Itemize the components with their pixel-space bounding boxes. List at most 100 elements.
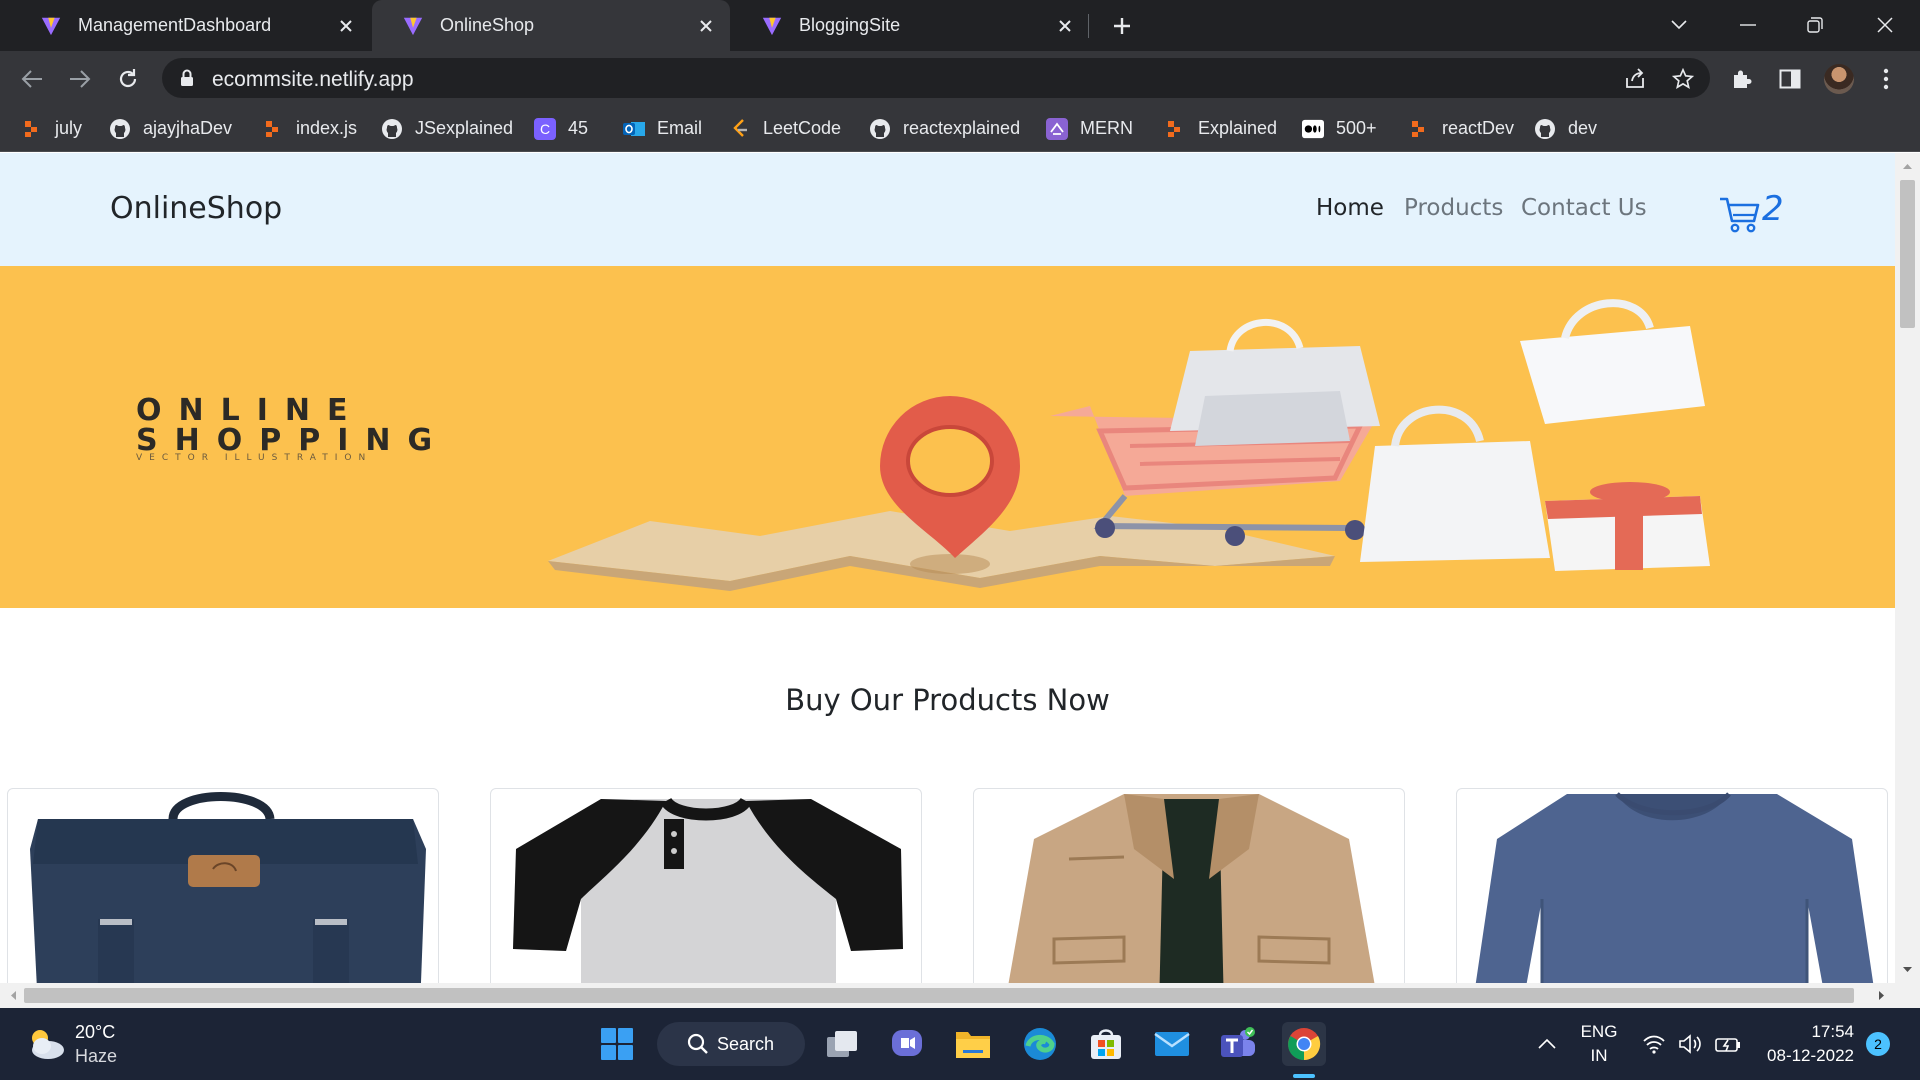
puzzle-icon: [1734, 70, 1752, 88]
share-button[interactable]: [1622, 66, 1648, 92]
chrome-button[interactable]: [1282, 1022, 1326, 1066]
tab-search-button[interactable]: [1662, 8, 1696, 42]
scroll-left-arrow-icon[interactable]: [6, 983, 20, 1008]
close-window-button[interactable]: [1868, 8, 1902, 42]
bookmark-dev[interactable]: dev: [1534, 105, 1597, 152]
store-icon: [1091, 1029, 1121, 1059]
product-card[interactable]: [1456, 788, 1888, 983]
teams-button[interactable]: [1216, 1022, 1260, 1066]
tab-separator: [1088, 14, 1089, 38]
profile-avatar[interactable]: [1824, 64, 1854, 94]
side-panel-button[interactable]: [1775, 64, 1805, 94]
product-card[interactable]: [7, 788, 439, 983]
cart-count[interactable]: 2: [1762, 189, 1784, 229]
product-image-backpack: [30, 792, 426, 983]
bookmark-500[interactable]: 500+: [1302, 105, 1377, 152]
vertical-scrollbar[interactable]: [1895, 153, 1920, 983]
reload-button[interactable]: [113, 64, 143, 94]
chevron-up-icon[interactable]: [1538, 1038, 1556, 1050]
browser-menu-button[interactable]: [1871, 64, 1901, 94]
teams-chat-button[interactable]: [885, 1022, 929, 1066]
close-tab-icon[interactable]: [692, 12, 720, 40]
bookmark-explained[interactable]: Explained: [1164, 105, 1277, 152]
language-indicator[interactable]: ENG: [1578, 1022, 1620, 1042]
bookmark-index-js[interactable]: index.js: [262, 105, 357, 152]
product-card[interactable]: [490, 788, 922, 983]
mail-button[interactable]: [1150, 1022, 1194, 1066]
restore-button[interactable]: [1798, 8, 1832, 42]
dev-icon: [262, 118, 284, 140]
back-button[interactable]: [17, 64, 47, 94]
start-button[interactable]: [595, 1022, 639, 1066]
battery-icon[interactable]: [1714, 1034, 1742, 1054]
product-image-jacket: [1008, 794, 1375, 983]
close-tab-icon[interactable]: [1051, 12, 1079, 40]
browser-tab-bar: ManagementDashboard OnlineShop BloggingS…: [0, 0, 1920, 51]
microsoft-store-button[interactable]: [1084, 1022, 1128, 1066]
active-app-indicator: [1293, 1074, 1315, 1078]
close-tab-icon[interactable]: [332, 12, 360, 40]
forward-button[interactable]: [65, 64, 95, 94]
new-tab-button[interactable]: [1108, 12, 1136, 40]
scroll-right-arrow-icon[interactable]: [1875, 983, 1889, 1008]
address-bar[interactable]: ecommsite.netlify.app: [162, 58, 1710, 98]
arrow-left-icon: [21, 70, 42, 88]
bookmark-star-button[interactable]: [1670, 66, 1696, 92]
site-brand[interactable]: OnlineShop: [110, 191, 282, 226]
wifi-icon[interactable]: [1642, 1034, 1666, 1054]
bookmark-leetcode[interactable]: LeetCode: [729, 105, 841, 152]
bookmark-label: july: [55, 118, 83, 138]
bookmark-ajayjhadev[interactable]: ajayjhaDev: [109, 105, 232, 152]
scroll-up-arrow-icon[interactable]: [1895, 159, 1920, 173]
search-icon: [687, 1033, 708, 1054]
nav-link-home[interactable]: Home: [1316, 195, 1384, 221]
hero-illustration: [548, 299, 1710, 591]
task-view-button[interactable]: [820, 1022, 864, 1066]
bookmark-jsexplained[interactable]: JSexplained: [381, 105, 513, 152]
bookmark-45[interactable]: C 45: [534, 105, 588, 152]
notification-badge[interactable]: 2: [1866, 1032, 1890, 1056]
bookmark-reactexplained[interactable]: reactexplained: [869, 105, 1020, 152]
taskbar-search[interactable]: Search: [657, 1022, 805, 1066]
weather-temperature[interactable]: 20°C: [75, 1022, 115, 1043]
bookmark-reactdev[interactable]: reactDev: [1408, 105, 1514, 152]
product-card[interactable]: [973, 788, 1405, 983]
leetcode-icon: [729, 118, 751, 140]
bookmark-mern[interactable]: MERN: [1046, 105, 1133, 152]
vite-icon: [403, 17, 423, 35]
vite-icon: [41, 17, 61, 35]
scroll-down-arrow-icon[interactable]: [1895, 963, 1920, 977]
tab-title: OnlineShop: [440, 15, 535, 35]
volume-icon[interactable]: [1678, 1034, 1704, 1054]
weather-description[interactable]: Haze: [75, 1046, 117, 1067]
weather-cloud-icon[interactable]: [24, 1024, 68, 1064]
bookmarks-bar: july ajayjhaDev index.js JSexplained C 4…: [0, 105, 1920, 152]
site-navbar: OnlineShop Home Products Contact Us 2: [0, 153, 1895, 266]
bookmark-label: 500+: [1336, 118, 1377, 138]
tab-online-shop[interactable]: OnlineShop: [372, 0, 730, 51]
vite-icon: [762, 17, 782, 35]
nav-link-products[interactable]: Products: [1404, 195, 1503, 221]
horizontal-scrollbar[interactable]: [0, 983, 1895, 1008]
minimize-button[interactable]: [1731, 8, 1765, 42]
horizontal-scroll-thumb[interactable]: [24, 988, 1854, 1003]
shopping-cart-icon[interactable]: [1718, 193, 1762, 235]
bookmark-email[interactable]: Email: [623, 105, 702, 152]
extensions-button[interactable]: [1727, 64, 1757, 94]
browser-toolbar: ecommsite.netlify.app: [0, 51, 1920, 105]
nav-link-contact[interactable]: Contact Us: [1521, 195, 1647, 221]
clock-date[interactable]: 08-12-2022: [1760, 1046, 1854, 1066]
section-title: Buy Our Products Now: [785, 683, 1110, 717]
tab-blogging-site[interactable]: BloggingSite: [731, 0, 1089, 51]
edge-button[interactable]: [1018, 1022, 1062, 1066]
chrome-icon: [1288, 1028, 1321, 1061]
github-icon: [109, 118, 131, 140]
clock-time[interactable]: 17:54: [1760, 1022, 1854, 1042]
vertical-scroll-thumb[interactable]: [1900, 180, 1915, 328]
file-explorer-button[interactable]: [951, 1022, 995, 1066]
bookmark-july[interactable]: july: [21, 105, 82, 152]
bookmark-label: reactexplained: [903, 118, 1021, 138]
language-region[interactable]: IN: [1578, 1046, 1620, 1066]
tab-management-dashboard[interactable]: ManagementDashboard: [10, 0, 370, 51]
dev-icon: [21, 118, 43, 140]
